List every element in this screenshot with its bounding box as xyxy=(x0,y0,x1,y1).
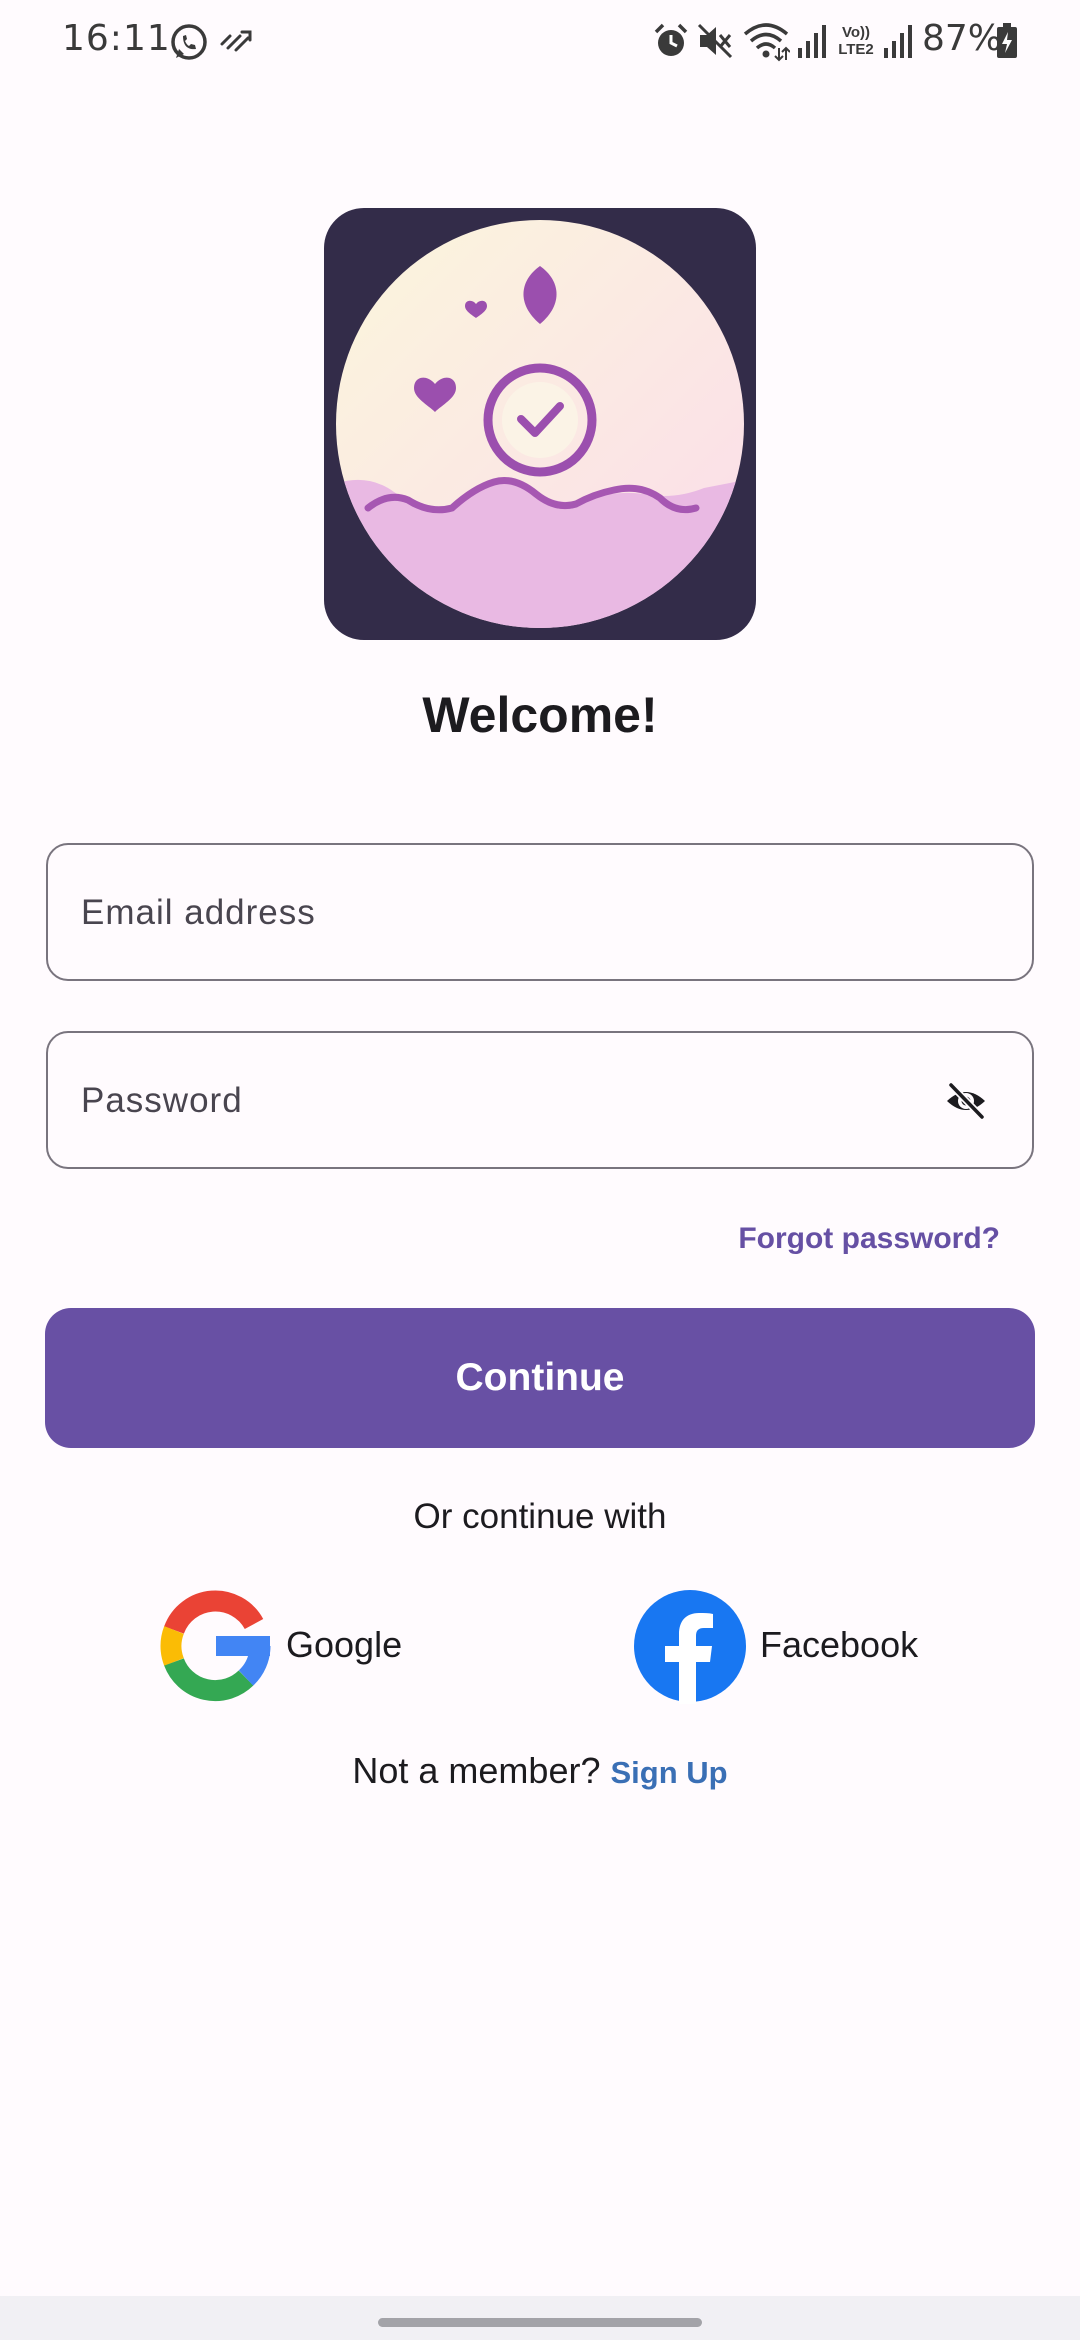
continue-button[interactable]: Continue xyxy=(45,1308,1035,1448)
volte-icon: Vo)) LTE2 xyxy=(838,24,874,58)
status-time: 16:11 xyxy=(62,18,171,59)
wifi-icon xyxy=(743,23,790,62)
google-sign-in-button[interactable]: Google xyxy=(158,1588,418,1704)
signup-row: Not a member? Sign Up xyxy=(0,1750,1080,1792)
navigation-bar xyxy=(0,2296,1080,2340)
facebook-label: Facebook xyxy=(760,1624,919,1665)
app-logo xyxy=(324,208,756,640)
signal-icon xyxy=(798,25,826,58)
google-icon xyxy=(160,1590,271,1702)
email-field[interactable]: Email address xyxy=(46,843,1034,981)
visibility-off-icon[interactable] xyxy=(944,1081,988,1121)
google-label: Google xyxy=(286,1624,403,1665)
signup-prompt: Not a member? xyxy=(352,1750,601,1791)
facebook-icon xyxy=(634,1590,746,1704)
or-continue-with-label: Or continue with xyxy=(413,1497,667,1536)
facebook-sign-in-button[interactable]: Facebook xyxy=(632,1588,932,1704)
sign-up-link[interactable]: Sign Up xyxy=(611,1755,728,1790)
whatsapp-icon xyxy=(171,24,207,60)
battery-percentage: 87% xyxy=(922,18,1003,59)
password-placeholder: Password xyxy=(81,1081,243,1120)
alarm-icon xyxy=(654,23,688,56)
welcome-title: Welcome! xyxy=(422,687,658,743)
forgot-password-link[interactable]: Forgot password? xyxy=(738,1222,1000,1256)
mute-icon xyxy=(697,23,733,59)
password-field[interactable]: Password xyxy=(46,1031,1034,1169)
login-screen: 16:11 Vo)) LTE2 87% Welcome! Email addre… xyxy=(0,0,1080,2340)
signal-icon-2 xyxy=(884,25,912,58)
status-bar: 16:11 Vo)) LTE2 87% xyxy=(0,0,1080,86)
home-gesture-handle[interactable] xyxy=(378,2318,702,2327)
battery-icon xyxy=(997,23,1017,58)
missed-call-icon xyxy=(220,30,252,52)
email-placeholder: Email address xyxy=(81,893,316,932)
